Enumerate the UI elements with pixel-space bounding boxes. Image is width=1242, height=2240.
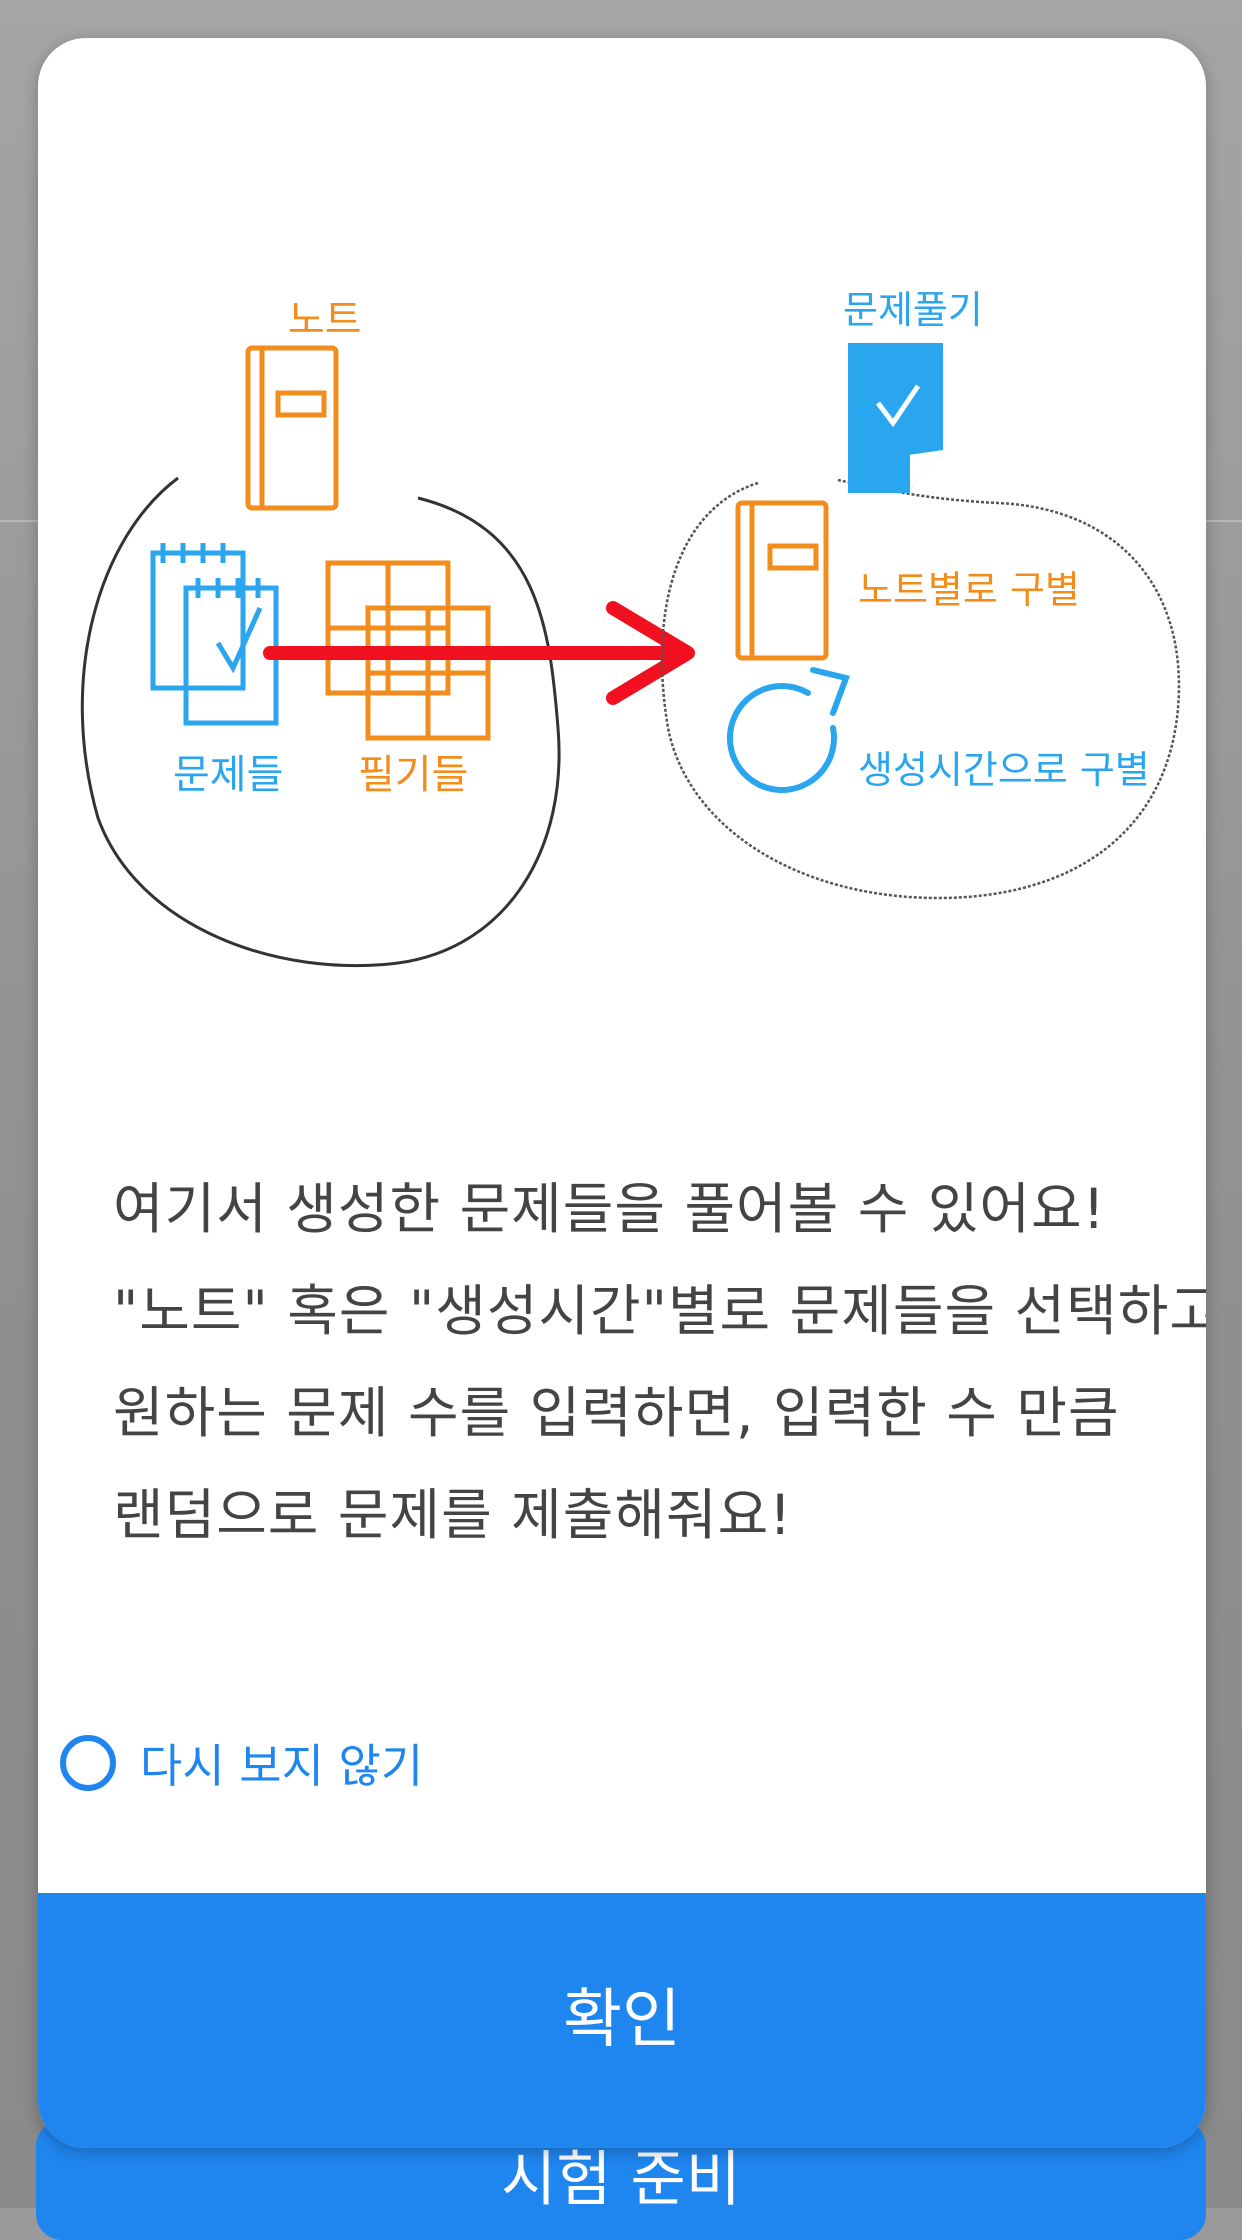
sort-by-note-label: 노트별로 구별 bbox=[858, 568, 1080, 612]
dont-show-label: 다시 보지 않기 bbox=[140, 1739, 424, 1793]
note-label: 노트 bbox=[288, 297, 362, 343]
solve-document-icon bbox=[848, 343, 944, 493]
notebook-icon bbox=[245, 345, 339, 511]
red-arrow-icon bbox=[263, 601, 695, 705]
dont-show-radio[interactable] bbox=[60, 1735, 116, 1791]
sort-by-time-label: 생성시간으로 구별 bbox=[858, 748, 1150, 792]
sort-by-time-icon bbox=[726, 667, 850, 793]
tutorial-illustration: 노트 문제들 필기들 문제풀기 노트별로 구별 생성시간으로 구별 bbox=[80, 288, 1181, 968]
solve-problems-label: 문제풀기 bbox=[843, 288, 983, 332]
dont-show-again-option[interactable]: 다시 보지 않기 bbox=[60, 1718, 423, 1808]
tutorial-dialog: 노트 문제들 필기들 문제풀기 노트별로 구별 생성시간으로 구별 여기서 생성… bbox=[38, 38, 1206, 2148]
description-text: 여기서 생성한 문제들을 풀어볼 수 있어요! "노트" 혹은 "생성시간"별로… bbox=[113, 1158, 1206, 1566]
description-line: 랜덤으로 문제를 제출해줘요! bbox=[113, 1483, 793, 1547]
problems-label: 문제들 bbox=[173, 752, 283, 798]
problems-icon bbox=[150, 543, 279, 726]
description-line: 원하는 문제 수를 입력하면, 입력한 수 만큼 bbox=[113, 1381, 1120, 1445]
description-line: 여기서 생성한 문제들을 풀어볼 수 있어요! bbox=[113, 1177, 1106, 1241]
confirm-button[interactable]: 확인 bbox=[38, 1893, 1206, 2148]
description-line: "노트" 혹은 "생성시간"별로 문제들을 선택하고, bbox=[113, 1279, 1206, 1343]
notes-label: 필기들 bbox=[358, 752, 468, 798]
sort-by-note-icon bbox=[735, 500, 829, 661]
